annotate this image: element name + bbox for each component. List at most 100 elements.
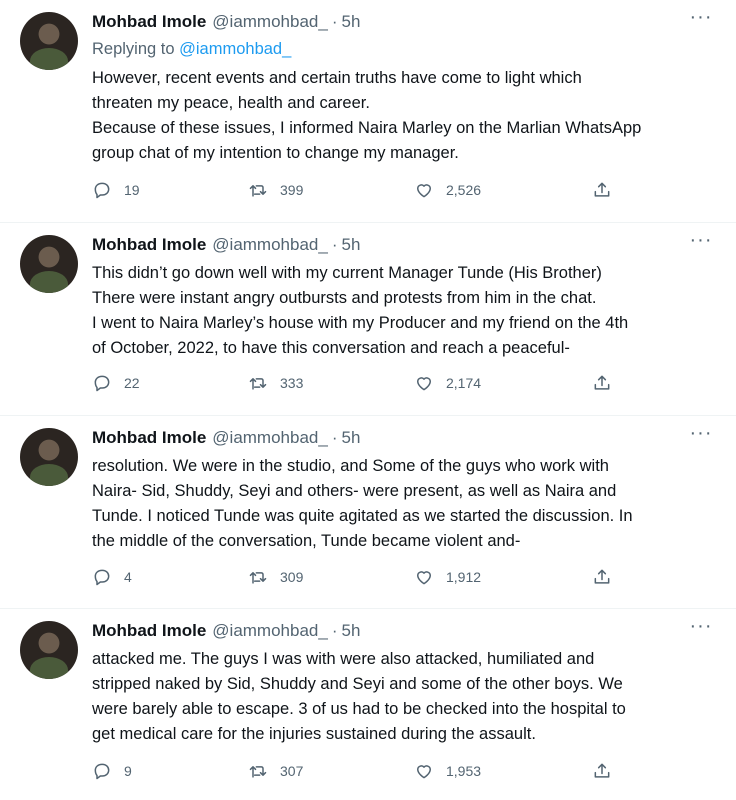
share-icon	[594, 375, 610, 390]
share-button[interactable]	[592, 180, 624, 200]
author-handle[interactable]: @iammohbad_	[212, 621, 328, 640]
reply-icon	[94, 182, 110, 199]
retweet-icon	[249, 378, 267, 390]
retweet-count: 333	[280, 375, 304, 391]
reply-icon	[94, 375, 110, 392]
tweet-line: resolution. We were in the studio, and S…	[92, 457, 609, 475]
author-name[interactable]: Mohbad Imole	[92, 12, 206, 31]
retweet-icon	[249, 766, 267, 778]
retweet-button[interactable]: 399	[248, 180, 303, 200]
reply-button[interactable]: 4	[92, 567, 132, 587]
tweet-actions: 19 399 2,526	[92, 180, 632, 204]
timestamp[interactable]: 5h	[342, 621, 361, 640]
tweet-line: get medical care for the injuries sustai…	[92, 725, 536, 743]
tweet-header: Mohbad Imole @iammohbad_ · 5h	[92, 621, 360, 641]
tweet-header: Mohbad Imole @iammohbad_ · 5h	[92, 428, 360, 448]
tweet[interactable]: Mohbad Imole @iammohbad_ · 5h ··· This didn…	[0, 223, 736, 416]
avatar[interactable]	[20, 12, 78, 70]
tweet-header: Mohbad Imole @iammohbad_ · 5h	[92, 12, 360, 32]
tweet-header: Mohbad Imole @iammohbad_ · 5h	[92, 235, 360, 255]
tweet-line: were barely able to escape. 3 of us had …	[92, 700, 626, 718]
reply-count: 4	[124, 569, 132, 585]
share-button[interactable]	[592, 761, 624, 781]
retweet-count: 307	[280, 763, 304, 779]
like-button[interactable]: 1,912	[414, 567, 481, 587]
author-name[interactable]: Mohbad Imole	[92, 235, 206, 254]
like-icon	[417, 765, 431, 779]
tweet-line: threaten my peace, health and career.	[92, 94, 370, 112]
author-handle[interactable]: @iammohbad_	[212, 235, 328, 254]
retweet-icon	[249, 185, 267, 197]
retweet-count: 309	[280, 569, 304, 585]
like-icon	[417, 184, 431, 198]
avatar[interactable]	[20, 235, 78, 293]
tweet-line: However, recent events and certain truth…	[92, 69, 582, 87]
separator-dot: ·	[331, 12, 338, 31]
share-button[interactable]	[592, 373, 624, 393]
tweet-line: stripped naked by Sid, Shuddy and Seyi a…	[92, 675, 623, 693]
tweet[interactable]: Mohbad Imole @iammohbad_ · 5h ··· resolutio…	[0, 416, 736, 609]
retweet-button[interactable]: 307	[248, 761, 303, 781]
author-handle[interactable]: @iammohbad_	[212, 12, 328, 31]
reply-button[interactable]: 9	[92, 761, 132, 781]
separator-dot: ·	[331, 235, 338, 254]
like-count: 2,174	[446, 375, 482, 391]
share-icon	[594, 569, 610, 584]
reply-icon	[94, 569, 110, 586]
reply-button[interactable]: 22	[92, 373, 140, 393]
replying-prefix: Replying to	[92, 40, 180, 58]
tweet[interactable]: Mohbad Imole @iammohbad_ · 5h ··· attacked …	[0, 609, 736, 800]
mention-link[interactable]: @iammohbad_	[179, 40, 291, 58]
tweet-line: the middle of the conversation, Tunde be…	[92, 532, 521, 550]
more-icon[interactable]: ···	[688, 230, 714, 253]
timestamp[interactable]: 5h	[342, 235, 361, 254]
tweet-line: This didn’t go down well with my current…	[92, 264, 602, 282]
like-button[interactable]: 2,526	[414, 180, 481, 200]
more-icon[interactable]: ···	[688, 423, 714, 446]
tweet-line: Naira- Sid, Shuddy, Seyi and others- wer…	[92, 482, 617, 500]
replying-to: Replying to @iammohbad_	[92, 40, 291, 59]
share-button[interactable]	[592, 567, 624, 587]
separator-dot: ·	[331, 428, 338, 447]
tweet-text: This didn’t go down well with my current…	[92, 261, 706, 361]
retweet-button[interactable]: 309	[248, 567, 303, 587]
tweet-line: group chat of my intention to change my …	[92, 144, 459, 162]
tweet-line: I went to Naira Marley’s house with my P…	[92, 314, 629, 332]
tweet-text: resolution. We were in the studio, and S…	[92, 454, 706, 554]
author-name[interactable]: Mohbad Imole	[92, 621, 206, 640]
separator-dot: ·	[331, 621, 338, 640]
reply-icon	[94, 763, 110, 780]
retweet-button[interactable]: 333	[248, 373, 303, 393]
author-name[interactable]: Mohbad Imole	[92, 428, 206, 447]
more-icon[interactable]: ···	[688, 616, 714, 639]
share-icon	[594, 763, 610, 778]
like-count: 2,526	[446, 182, 482, 198]
like-button[interactable]: 2,174	[414, 373, 481, 393]
timestamp[interactable]: 5h	[342, 428, 361, 447]
timestamp[interactable]: 5h	[342, 12, 361, 31]
tweet-actions: 9 307 1,953	[92, 761, 632, 785]
reply-button[interactable]: 19	[92, 180, 140, 200]
tweet-actions: 22 333 2,174	[92, 373, 632, 397]
reply-count: 22	[124, 375, 140, 391]
author-handle[interactable]: @iammohbad_	[212, 428, 328, 447]
retweet-icon	[249, 572, 267, 584]
tweet-actions: 4 309 1,912	[92, 567, 632, 591]
like-icon	[417, 377, 431, 391]
tweet-text: attacked me. The guys I was with were al…	[92, 647, 706, 747]
tweet-line: There were instant angry outbursts and p…	[92, 289, 597, 307]
reply-count: 19	[124, 182, 140, 198]
avatar[interactable]	[20, 428, 78, 486]
reply-count: 9	[124, 763, 132, 779]
tweet[interactable]: Mohbad Imole @iammohbad_ · 5h ··· Replying …	[0, 0, 736, 223]
like-button[interactable]: 1,953	[414, 761, 481, 781]
tweet-line: Because of these issues, I informed Nair…	[92, 119, 642, 137]
tweet-line: attacked me. The guys I was with were al…	[92, 650, 595, 668]
tweet-line: Tunde. I noticed Tunde was quite agitate…	[92, 507, 633, 525]
like-count: 1,912	[446, 569, 482, 585]
tweet-line: of October, 2022, to have this conversat…	[92, 339, 570, 357]
more-icon[interactable]: ···	[688, 7, 714, 30]
like-icon	[417, 571, 431, 585]
like-count: 1,953	[446, 763, 482, 779]
avatar[interactable]	[20, 621, 78, 679]
